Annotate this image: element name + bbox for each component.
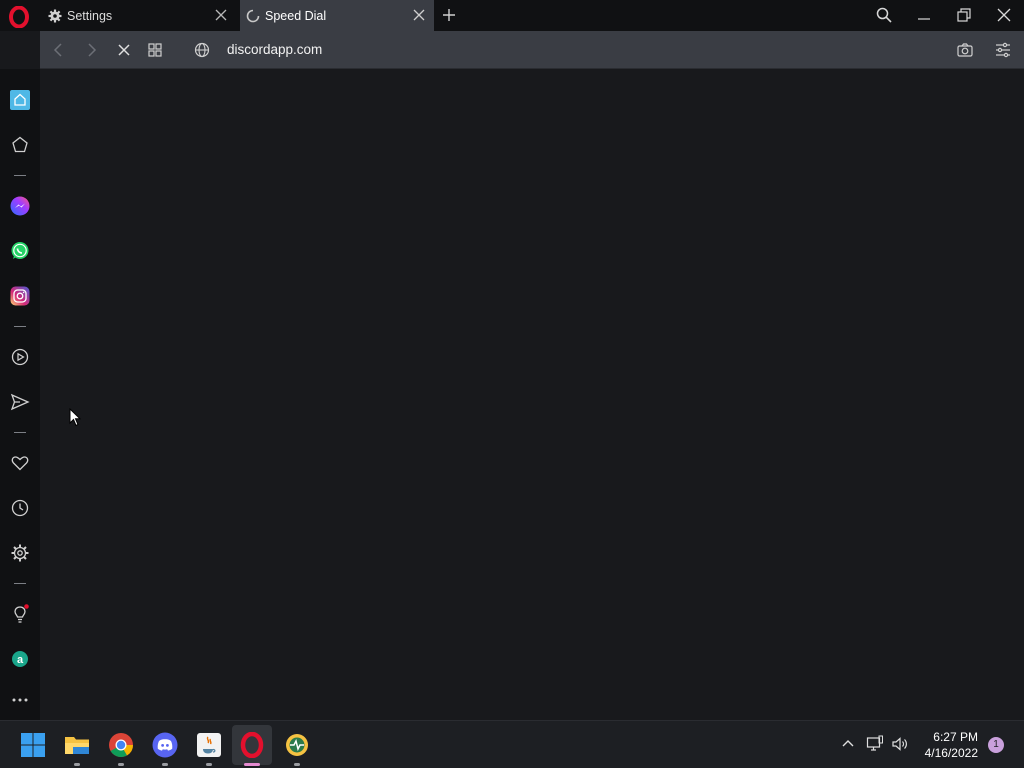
sidebar-divider bbox=[14, 583, 26, 584]
java-icon[interactable] bbox=[196, 732, 222, 758]
tabs-grid-icon[interactable] bbox=[146, 41, 164, 59]
sidebar-divider bbox=[14, 432, 26, 433]
browser-window: Settings Speed Dial discordapp.com a 6:2… bbox=[0, 0, 1024, 768]
loading-spinner-icon bbox=[246, 9, 260, 22]
history-icon[interactable] bbox=[10, 498, 30, 518]
volume-icon[interactable] bbox=[891, 735, 909, 753]
whats-new-icon[interactable] bbox=[10, 604, 30, 624]
active-indicator bbox=[244, 763, 260, 766]
tab-speed-dial[interactable]: Speed Dial bbox=[240, 0, 434, 31]
back-icon[interactable] bbox=[50, 41, 68, 59]
whatsapp-icon[interactable] bbox=[10, 241, 30, 261]
notification-badge[interactable]: 1 bbox=[988, 737, 1004, 753]
forward-icon[interactable] bbox=[82, 41, 100, 59]
running-indicator bbox=[294, 763, 300, 766]
gear-icon bbox=[48, 9, 62, 22]
sidebar-divider bbox=[14, 175, 26, 176]
opera-icon[interactable] bbox=[239, 732, 265, 758]
more-icon[interactable] bbox=[10, 690, 30, 710]
close-icon[interactable] bbox=[412, 8, 426, 22]
address-toolbar: discordapp.com bbox=[40, 31, 1024, 69]
clock-date: 4/16/2022 bbox=[924, 746, 978, 760]
instagram-icon[interactable] bbox=[10, 286, 30, 306]
settings-icon[interactable] bbox=[10, 543, 30, 563]
close-window-icon[interactable] bbox=[995, 6, 1013, 24]
file-explorer-icon[interactable] bbox=[64, 732, 90, 758]
easy-setup-icon[interactable] bbox=[994, 41, 1012, 59]
taskbar: 6:27 PM 4/16/2022 1 bbox=[0, 720, 1024, 768]
my-flow-icon[interactable] bbox=[10, 453, 30, 473]
mouse-cursor-icon bbox=[69, 408, 81, 427]
running-indicator bbox=[206, 763, 212, 766]
discord-icon[interactable] bbox=[152, 732, 178, 758]
show-hidden-icons-icon[interactable] bbox=[839, 735, 857, 753]
bookmarks-icon[interactable] bbox=[10, 135, 30, 155]
clock-time: 6:27 PM bbox=[933, 730, 978, 744]
snapshot-icon[interactable] bbox=[956, 41, 974, 59]
close-icon[interactable] bbox=[214, 8, 228, 22]
page-content bbox=[40, 69, 1024, 720]
messenger-icon[interactable] bbox=[10, 196, 30, 216]
network-icon[interactable] bbox=[866, 735, 884, 753]
search-icon[interactable] bbox=[875, 6, 893, 24]
running-indicator bbox=[74, 763, 80, 766]
sidebar: a bbox=[0, 69, 40, 720]
tab-label: Speed Dial bbox=[265, 8, 327, 23]
chrome-icon[interactable] bbox=[108, 732, 134, 758]
running-indicator bbox=[118, 763, 124, 766]
tab-label: Settings bbox=[67, 8, 113, 23]
minimize-icon[interactable] bbox=[915, 6, 933, 24]
globe-icon[interactable] bbox=[193, 41, 211, 59]
player-icon[interactable] bbox=[10, 347, 30, 367]
send-icon[interactable] bbox=[10, 392, 30, 412]
pc-health-icon[interactable] bbox=[284, 732, 310, 758]
sidebar-divider bbox=[14, 326, 26, 327]
address-field[interactable]: discordapp.com bbox=[227, 42, 322, 57]
restore-icon[interactable] bbox=[955, 6, 973, 24]
extension-icon[interactable]: a bbox=[10, 649, 30, 669]
new-tab-button[interactable] bbox=[441, 7, 457, 23]
tab-strip: Settings Speed Dial bbox=[0, 0, 1024, 31]
system-clock[interactable]: 6:27 PM 4/16/2022 bbox=[925, 729, 978, 761]
svg-text:a: a bbox=[17, 654, 24, 666]
tab-settings[interactable]: Settings bbox=[40, 0, 238, 31]
windows-start-icon[interactable] bbox=[20, 732, 46, 758]
home-icon[interactable] bbox=[10, 90, 30, 110]
opera-menu-icon[interactable] bbox=[8, 6, 30, 28]
running-indicator bbox=[162, 763, 168, 766]
stop-loading-icon[interactable] bbox=[115, 41, 133, 59]
